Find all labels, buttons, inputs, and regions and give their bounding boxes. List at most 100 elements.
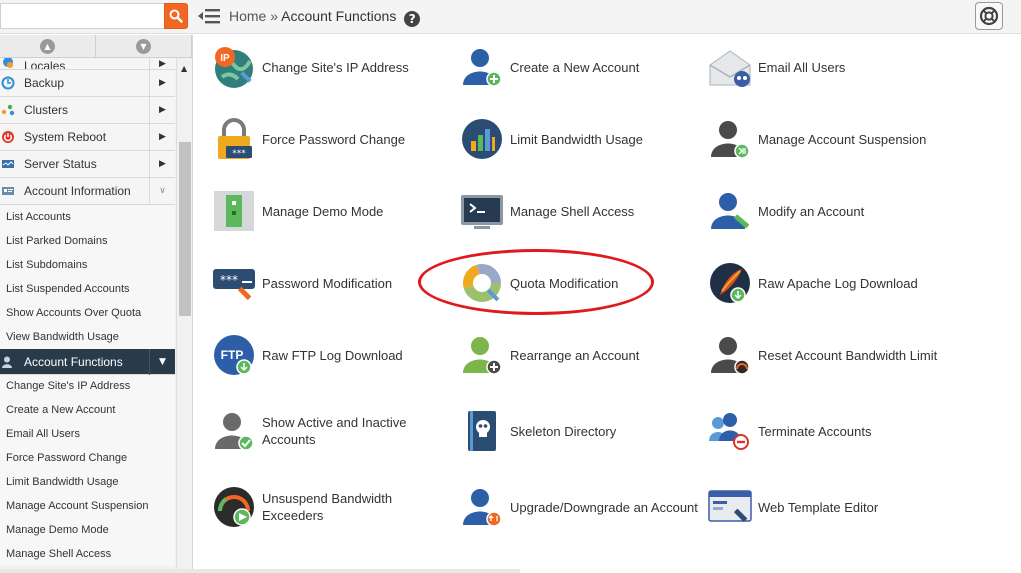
horizontal-scrollbar[interactable] (0, 569, 520, 573)
feature-create-new-account[interactable]: Create a New Account (460, 45, 639, 89)
terminal-icon (461, 195, 503, 229)
svg-text:***: *** (220, 273, 238, 287)
feature-terminate-accounts[interactable]: Terminate Accounts (708, 409, 871, 453)
feature-label: Reset Account Bandwidth Limit (758, 347, 938, 363)
feature-skeleton-directory[interactable]: Skeleton Directory (460, 409, 616, 453)
sidebar-category-clusters[interactable]: Clusters ▶ (0, 97, 175, 124)
sidebar-item-show-accounts-over-quota[interactable]: Show Accounts Over Quota (0, 301, 175, 325)
caret-right-icon: ▶ (149, 97, 175, 123)
sidebar-scroll-up-button[interactable]: ▲ (0, 35, 96, 57)
sidebar-scrollbar-thumb[interactable] (179, 142, 191, 316)
scroll-up-arrow-icon[interactable]: ▲ (181, 64, 187, 73)
speedometer-icon (214, 487, 254, 527)
feature-email-all-users[interactable]: Email All Users (708, 45, 845, 89)
feature-label: Force Password Change (262, 131, 406, 147)
sidebar-item-view-bandwidth-usage[interactable]: View Bandwidth Usage (0, 325, 175, 349)
feature-label: Password Modification (262, 275, 393, 291)
feature-raw-apache-log-download[interactable]: Raw Apache Log Download (708, 261, 918, 305)
feature-raw-ftp-log-download[interactable]: FTP Raw FTP Log Download (212, 333, 403, 377)
feature-label: Web Template Editor (758, 499, 879, 515)
feature-label: Manage Demo Mode (262, 203, 384, 219)
feature-web-template-editor[interactable]: Web Template Editor (708, 485, 878, 529)
sidebar-item-list-parked-domains[interactable]: List Parked Domains (0, 229, 175, 253)
feature-grid: IP Change Site's IP Address Create a New… (194, 35, 1021, 573)
svg-text:***: *** (232, 149, 246, 159)
caret-right-icon: ▶ (149, 151, 175, 177)
search-button[interactable] (164, 3, 188, 29)
account-functions-icon (2, 356, 12, 368)
feature-manage-account-suspension[interactable]: Manage Account Suspension (708, 117, 926, 161)
clusters-icon (1, 104, 15, 116)
sidebar-item-list-subdomains[interactable]: List Subdomains (0, 253, 175, 277)
feature-label: Rearrange an Account (510, 347, 640, 363)
feature-manage-demo-mode[interactable]: Manage Demo Mode (212, 189, 383, 233)
feature-label: Skeleton Directory (510, 423, 617, 439)
feature-change-site-ip[interactable]: IP Change Site's IP Address (212, 45, 409, 89)
sidebar: ▲ ▼ Locales ▶ Backup ▶ Clusters ▶ System… (0, 35, 193, 573)
sidebar-item-list-suspended-accounts[interactable]: List Suspended Accounts (0, 277, 175, 301)
skeleton-book-icon (468, 411, 496, 451)
sidebar-item-manage-account-suspension[interactable]: Manage Account Suspension (0, 494, 175, 518)
chevron-down-icon: ▼ (136, 38, 151, 54)
sidebar-category-server-status[interactable]: Server Status ▶ (0, 151, 175, 178)
sidebar-item-limit-bandwidth-usage[interactable]: Limit Bandwidth Usage (0, 470, 175, 494)
sidebar-category-locales[interactable]: Locales ▶ (0, 58, 175, 70)
sidebar-item-list-accounts[interactable]: List Accounts (0, 205, 175, 229)
sidebar-item-email-all-users[interactable]: Email All Users (0, 422, 175, 446)
sidebar-item-create-new-account[interactable]: Create a New Account (0, 398, 175, 422)
apache-feather-icon (710, 263, 750, 303)
feature-quota-modification[interactable]: Quota Modification (460, 261, 618, 305)
demo-mode-icon (214, 191, 254, 231)
caret-right-icon: ▶ (149, 70, 175, 96)
feature-reset-account-bandwidth-limit[interactable]: Reset Account Bandwidth Limit (708, 333, 937, 377)
ftp-download-icon: FTP (214, 335, 254, 375)
sidebar-item-manage-shell-access[interactable]: Manage Shell Access (0, 542, 175, 566)
padlock-icon: *** (218, 118, 252, 159)
collapse-nav-icon[interactable] (198, 7, 220, 25)
sidebar-scrollbar[interactable]: ▲ (176, 58, 192, 573)
feature-label: Raw Apache Log Download (758, 275, 918, 291)
reset-bandwidth-icon (711, 337, 750, 375)
feature-label: Change Site's IP Address (262, 59, 409, 75)
feature-label: Show Active and Inactive Accounts (262, 415, 407, 447)
breadcrumb-home-link[interactable]: Home (229, 8, 266, 24)
server-status-icon (2, 160, 14, 168)
search-input[interactable] (0, 3, 164, 29)
create-account-icon (463, 49, 502, 87)
caret-right-icon: ▶ (149, 124, 175, 150)
sidebar-category-label: Server Status (24, 157, 97, 171)
top-bar: Home » Account Functions ? (0, 0, 1021, 34)
sidebar-category-system-reboot[interactable]: System Reboot ▶ (0, 124, 175, 151)
feature-manage-shell-access[interactable]: Manage Shell Access (460, 189, 634, 233)
feature-force-password-change[interactable]: *** Force Password Change (212, 117, 405, 161)
feature-label: Raw FTP Log Download (262, 347, 403, 363)
sidebar-item-change-site-ip[interactable]: Change Site's IP Address (0, 375, 175, 398)
support-button[interactable] (975, 2, 1003, 30)
feature-modify-account[interactable]: Modify an Account (708, 189, 864, 233)
feature-password-modification[interactable]: *** Password Modification (212, 261, 392, 305)
feature-label: Modify an Account (758, 203, 865, 219)
search-icon (169, 9, 183, 23)
chevron-up-icon: ▲ (40, 38, 55, 54)
sidebar-category-label: Clusters (24, 103, 69, 117)
backup-icon (1, 76, 15, 90)
sidebar-category-account-information[interactable]: Account Information ∨ (0, 178, 175, 205)
help-icon[interactable]: ? (404, 11, 421, 27)
svg-text:IP: IP (220, 53, 230, 64)
feature-upgrade-downgrade-account[interactable]: Upgrade/Downgrade an Account (460, 485, 698, 529)
sidebar-scroll-arrows: ▲ ▼ (0, 35, 192, 58)
feature-unsuspend-bandwidth-exceeders[interactable]: Unsuspend Bandwidth Exceeders (212, 485, 422, 529)
sidebar-item-manage-demo-mode[interactable]: Manage Demo Mode (0, 518, 175, 542)
sidebar-item-force-password-change[interactable]: Force Password Change (0, 446, 175, 470)
svg-text:FTP: FTP (221, 348, 244, 362)
sidebar-category-backup[interactable]: Backup ▶ (0, 70, 175, 97)
feature-rearrange-account[interactable]: Rearrange an Account (460, 333, 639, 377)
chevron-down-icon: ∨ (149, 178, 175, 204)
sidebar-category-account-functions[interactable]: Account Functions ▼ (0, 349, 175, 375)
password-field-icon: *** (213, 269, 255, 301)
feature-limit-bandwidth-usage[interactable]: Limit Bandwidth Usage (460, 117, 643, 161)
suspension-user-icon (711, 121, 750, 159)
feature-show-active-inactive-accounts[interactable]: Show Active and Inactive Accounts (212, 409, 422, 453)
feature-label: Limit Bandwidth Usage (510, 131, 643, 147)
sidebar-scroll-down-button[interactable]: ▼ (96, 35, 192, 57)
